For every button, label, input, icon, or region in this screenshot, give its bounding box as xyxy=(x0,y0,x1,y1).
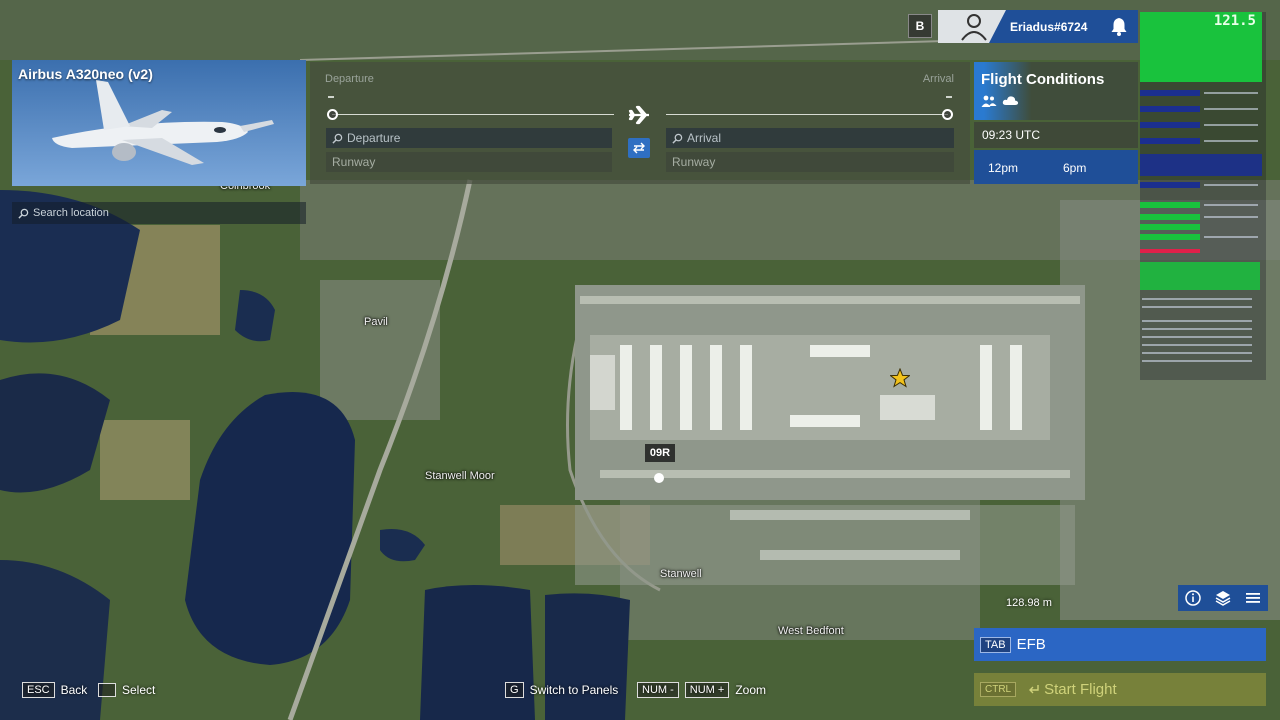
place-label-west-bedfont: West Bedfont xyxy=(778,625,844,637)
route-line-arrival xyxy=(666,114,948,115)
efb-button[interactable]: TAB EFB xyxy=(974,628,1266,661)
departure-point xyxy=(327,109,338,120)
runway-threshold-marker[interactable] xyxy=(654,473,664,483)
debug-overlay: 121.5 xyxy=(1140,12,1266,380)
search-icon xyxy=(332,133,343,144)
g-key: G xyxy=(505,682,524,698)
arrival-placeholder: Arrival xyxy=(687,131,722,145)
search-location-placeholder: Search location xyxy=(33,207,109,219)
select-key xyxy=(98,683,116,697)
zoom-in-key: NUM + xyxy=(684,682,730,698)
b-key-badge[interactable]: B xyxy=(908,14,932,38)
esc-key: ESC xyxy=(22,682,55,698)
enter-arrow-icon xyxy=(1029,684,1039,693)
departure-search-input[interactable]: Departure xyxy=(326,128,612,148)
username: Eriadus#6724 xyxy=(1010,20,1088,34)
back-label: Back xyxy=(60,683,88,697)
flight-conditions-title: Flight Conditions xyxy=(981,71,1105,88)
arrival-tick xyxy=(946,96,952,98)
departure-caption: Departure xyxy=(325,73,374,85)
place-label-stanwell-moor: Stanwell Moor xyxy=(425,470,495,482)
aircraft-card[interactable]: Airbus A320neo (v2) Search location xyxy=(12,60,306,224)
debug-graphs xyxy=(1140,90,1262,362)
aircraft-title: Airbus A320neo (v2) xyxy=(18,66,153,82)
runway-marker[interactable]: 09R xyxy=(645,444,675,462)
start-flight-label: Start Flight xyxy=(1044,681,1117,698)
fps-graph: 121.5 xyxy=(1140,12,1262,82)
map-tools-bar xyxy=(1178,585,1268,611)
route-line-departure xyxy=(332,114,614,115)
airport-marker-icon[interactable] xyxy=(890,368,910,388)
user-profile-bar[interactable]: Eriadus#6724 xyxy=(938,10,1138,43)
arrival-search-input[interactable]: Arrival xyxy=(666,128,954,148)
select-hint[interactable]: Select xyxy=(98,680,155,700)
fps-value: 121.5 xyxy=(1213,13,1256,29)
ctrl-key: CTRL xyxy=(980,682,1017,697)
search-icon xyxy=(18,208,29,219)
timeline-label: 6pm xyxy=(1063,161,1087,175)
start-flight-button[interactable]: CTRL Start Flight xyxy=(974,673,1266,706)
cloud-icon xyxy=(1002,96,1019,105)
arrival-caption: Arrival xyxy=(922,73,954,85)
zoom-label: Zoom xyxy=(735,683,766,697)
back-hint[interactable]: ESC Back xyxy=(22,680,87,700)
flight-conditions-panel[interactable]: Flight Conditions 09:23 UTC 12pm 6pm xyxy=(974,62,1138,184)
info-icon[interactable] xyxy=(1185,590,1201,606)
timeline-label: 12pm xyxy=(988,161,1019,175)
time-slider[interactable]: 12pm 6pm xyxy=(974,150,1138,184)
switch-panels-label: Switch to Panels xyxy=(529,683,619,697)
route-panel: Departure Arrival Departure Arrival Runw… xyxy=(310,62,970,184)
people-icon xyxy=(981,95,997,107)
departure-placeholder: Departure xyxy=(347,131,401,145)
swap-route-button[interactable] xyxy=(628,138,650,158)
search-location-input[interactable]: Search location xyxy=(12,202,306,224)
departure-runway-select[interactable]: Runway xyxy=(326,152,612,172)
search-icon xyxy=(672,133,683,144)
switch-panels-hint[interactable]: G Switch to Panels xyxy=(505,680,618,700)
departure-runway-label: Runway xyxy=(332,155,376,169)
swap-arrows-icon xyxy=(633,142,645,154)
efb-label: EFB xyxy=(1016,636,1046,653)
arrival-runway-select[interactable]: Runway xyxy=(666,152,954,172)
zoom-hint[interactable]: NUM - NUM + Zoom xyxy=(637,680,766,700)
map-scale: 128.98 m xyxy=(1006,597,1052,609)
select-label: Select xyxy=(122,683,156,697)
flight-conditions-header[interactable]: Flight Conditions xyxy=(974,62,1138,120)
tab-key: TAB xyxy=(980,636,1011,653)
place-label-pavil: Pavil xyxy=(364,316,388,328)
arrival-point xyxy=(942,109,953,120)
airplane-icon xyxy=(628,105,649,125)
utc-time: 09:23 UTC xyxy=(982,128,1041,142)
zoom-out-key: NUM - xyxy=(637,682,679,698)
place-label-stanwell: Stanwell xyxy=(660,568,702,580)
arrival-runway-label: Runway xyxy=(672,155,716,169)
time-row[interactable]: 09:23 UTC xyxy=(974,122,1138,148)
avatar-frame xyxy=(938,10,1006,43)
avatar xyxy=(961,14,987,41)
departure-tick xyxy=(328,96,334,98)
layers-icon[interactable] xyxy=(1215,590,1231,606)
menu-list-icon[interactable] xyxy=(1245,590,1261,606)
bell-icon[interactable] xyxy=(1110,17,1128,36)
